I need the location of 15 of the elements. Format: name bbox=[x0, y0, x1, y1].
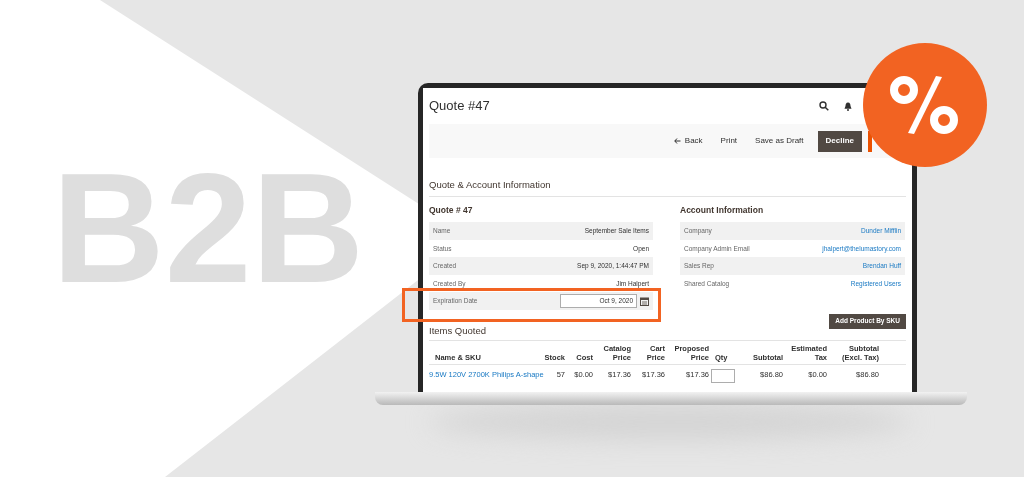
section-title: Items Quoted bbox=[429, 323, 487, 338]
qty-field[interactable] bbox=[711, 369, 735, 383]
section-title: Quote & Account Information bbox=[429, 178, 906, 198]
decline-button[interactable]: Decline bbox=[817, 130, 862, 152]
back-button[interactable]: Back bbox=[669, 135, 707, 147]
toolbar-button[interactable]: Save as Draft bbox=[751, 135, 808, 147]
bell-icon[interactable] bbox=[844, 101, 852, 111]
section-heading: Quote # 47 bbox=[429, 204, 474, 218]
section-heading: Account Information bbox=[680, 204, 765, 218]
arrow-left-icon bbox=[673, 138, 681, 144]
search-icon[interactable] bbox=[819, 101, 829, 111]
calendar-icon[interactable] bbox=[640, 296, 649, 306]
percent-icon bbox=[890, 74, 960, 136]
toolbar-button[interactable]: Print bbox=[716, 135, 742, 147]
page-title: Quote #47 bbox=[429, 97, 491, 116]
